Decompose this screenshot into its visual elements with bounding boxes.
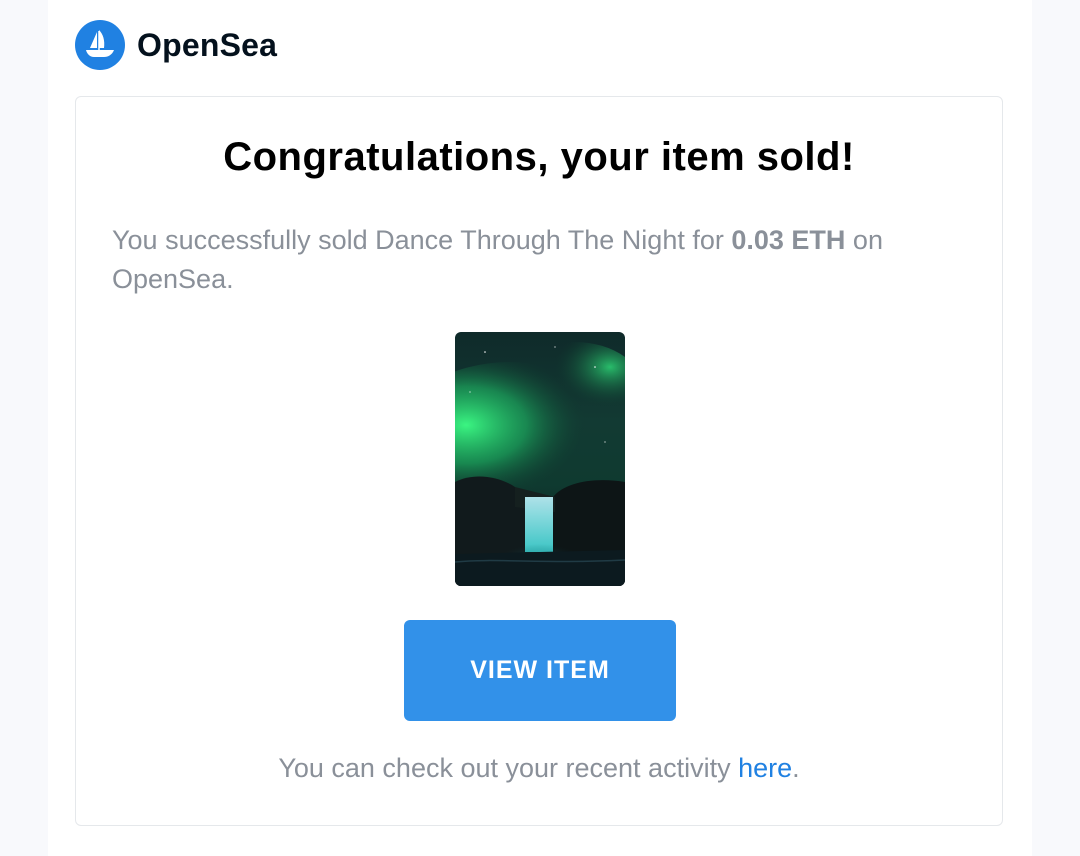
email-page: OpenSea Congratulations, your item sold!… <box>48 0 1032 856</box>
view-item-button[interactable]: VIEW ITEM <box>404 620 676 721</box>
footer-suffix: . <box>792 753 800 783</box>
page-title: Congratulations, your item sold! <box>223 135 855 179</box>
footer-prefix: You can check out your recent activity <box>278 753 739 783</box>
opensea-logo-icon[interactable] <box>75 20 125 70</box>
message-prefix: You successfully sold Dance Through The … <box>112 225 732 255</box>
header: OpenSea <box>75 20 277 70</box>
sale-message: You successfully sold Dance Through The … <box>112 221 972 299</box>
recent-activity-text: You can check out your recent activity h… <box>76 753 1002 784</box>
brand-name: OpenSea <box>137 26 278 63</box>
aurora-waterfall-image[interactable] <box>455 332 625 586</box>
recent-activity-link[interactable]: here <box>738 753 792 783</box>
sale-amount: 0.03 ETH <box>731 225 846 255</box>
sale-notification-card: Congratulations, your item sold! You suc… <box>75 96 1003 826</box>
